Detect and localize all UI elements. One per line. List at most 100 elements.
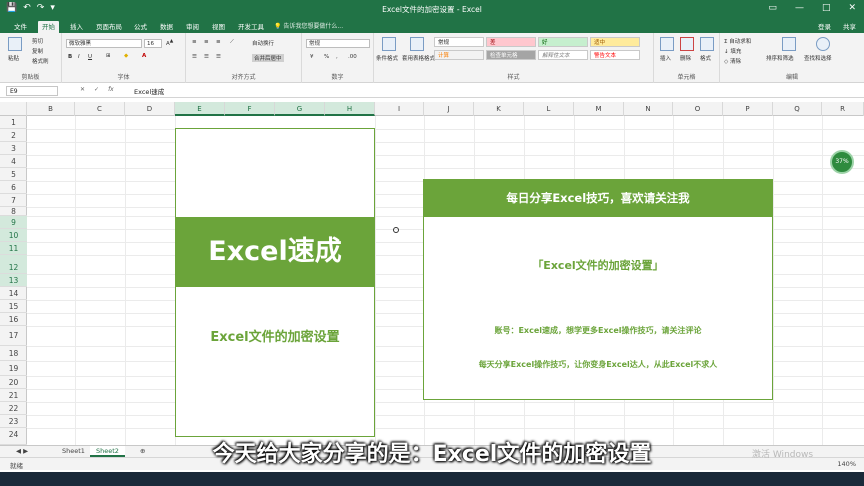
style-neutral[interactable]: 适中	[590, 37, 640, 47]
row-header[interactable]: 23	[0, 415, 27, 428]
style-normal[interactable]: 常规	[434, 37, 484, 47]
tab-insert[interactable]: 插入	[66, 21, 87, 33]
style-warning[interactable]: 警告文本	[590, 50, 640, 60]
style-calculation[interactable]: 计算	[434, 50, 484, 60]
percent-button[interactable]: %	[324, 54, 329, 60]
column-header[interactable]: L	[524, 102, 574, 116]
column-header[interactable]: K	[474, 102, 524, 116]
column-header[interactable]: C	[75, 102, 125, 116]
tell-me-search[interactable]: 💡 告诉我您想要做什么...	[274, 21, 343, 30]
find-select-icon[interactable]	[816, 37, 830, 51]
select-all-corner[interactable]	[0, 102, 27, 116]
share-button[interactable]: 共享	[843, 21, 856, 31]
currency-icon[interactable]: ¥	[310, 54, 314, 60]
column-header[interactable]: B	[27, 102, 75, 116]
bold-button[interactable]: B	[68, 54, 72, 60]
insert-cells-button[interactable]: 插入	[660, 54, 671, 62]
orientation-icon[interactable]: ⟋	[230, 39, 234, 46]
row-header[interactable]: 8	[0, 207, 27, 216]
fill-color-icon[interactable]: ◆	[124, 53, 128, 59]
row-header[interactable]: 15	[0, 300, 27, 313]
align-bottom-icon[interactable]: ≡	[216, 39, 221, 45]
paste-button[interactable]: 粘贴	[8, 54, 19, 62]
column-header[interactable]: I	[375, 102, 424, 116]
column-header[interactable]: Q	[773, 102, 822, 116]
row-header[interactable]: 6	[0, 181, 27, 194]
borders-icon[interactable]: ⊞	[106, 53, 111, 59]
autosum-button[interactable]: Σ 自动求和	[724, 37, 751, 45]
row-header[interactable]: 22	[0, 402, 27, 415]
style-check-cell[interactable]: 检查单元格	[486, 50, 536, 60]
row-header[interactable]: 21	[0, 389, 27, 402]
row-header[interactable]: 5	[0, 168, 27, 181]
font-name-combo[interactable]: 微软雅黑	[66, 39, 142, 48]
tab-developer[interactable]: 开发工具	[234, 21, 268, 33]
style-explanatory[interactable]: 解释性文本	[538, 50, 588, 60]
row-header[interactable]: 19	[0, 361, 27, 376]
find-select-button[interactable]: 查找和选择	[804, 54, 832, 62]
sign-in-link[interactable]: 登录	[818, 21, 831, 31]
paste-icon[interactable]	[8, 37, 22, 51]
grow-font-icon[interactable]: A▲	[166, 39, 173, 47]
column-header[interactable]: R	[822, 102, 864, 116]
info-card-account-line[interactable]: 账号：Excel速成，想学更多Excel操作技巧，请关注评论	[424, 325, 772, 336]
format-as-table-button[interactable]: 套用表格格式	[402, 54, 435, 62]
selected-cell-title[interactable]: Excel速成	[176, 217, 374, 287]
column-header[interactable]: J	[424, 102, 474, 116]
insert-cells-icon[interactable]	[660, 37, 674, 51]
delete-cells-icon[interactable]	[680, 37, 694, 51]
copy-button[interactable]: 复制	[32, 47, 43, 55]
enter-entry-icon[interactable]: ✓	[94, 86, 99, 93]
tab-home[interactable]: 开始	[38, 21, 59, 33]
column-header[interactable]: F	[225, 102, 275, 116]
conditional-format-button[interactable]: 条件格式	[376, 54, 398, 62]
merge-center-button[interactable]: 合并后居中	[252, 54, 284, 62]
wrap-text-button[interactable]: 自动换行	[252, 39, 274, 47]
info-card-header[interactable]: 每日分享Excel技巧，喜欢请关注我	[424, 180, 772, 217]
number-format-combo[interactable]: 常规	[306, 39, 370, 48]
align-middle-icon[interactable]: ≡	[204, 39, 209, 45]
close-button[interactable]: ✕	[848, 3, 856, 13]
name-box[interactable]: E9	[6, 86, 58, 96]
row-header[interactable]: 11	[0, 242, 27, 255]
row-header[interactable]: 18	[0, 346, 27, 361]
font-size-combo[interactable]: 16	[144, 39, 162, 48]
column-header[interactable]: P	[723, 102, 773, 116]
cover-subtitle[interactable]: Excel文件的加密设置	[176, 326, 374, 345]
row-header[interactable]: 4	[0, 155, 27, 168]
column-header[interactable]: E	[175, 102, 225, 116]
comma-button[interactable]: ,	[336, 54, 338, 60]
format-cells-button[interactable]: 格式	[700, 54, 711, 62]
format-cells-icon[interactable]	[700, 37, 714, 51]
align-center-icon[interactable]: ☰	[204, 54, 209, 60]
column-header[interactable]: M	[574, 102, 624, 116]
row-header[interactable]: 9	[0, 216, 27, 229]
align-right-icon[interactable]: ☰	[216, 54, 221, 60]
delete-cells-button[interactable]: 删除	[680, 54, 691, 62]
insert-function-icon[interactable]: fx	[108, 86, 114, 93]
conditional-format-icon[interactable]	[382, 37, 396, 51]
maximize-button[interactable]: □	[822, 3, 831, 13]
row-header[interactable]: 7	[0, 194, 27, 207]
info-card-daily-line[interactable]: 每天分享Excel操作技巧，让你变身Excel达人，从此Excel不求人	[424, 359, 772, 370]
row-header[interactable]: 16	[0, 313, 27, 326]
tab-view[interactable]: 视图	[208, 21, 229, 33]
row-header[interactable]: 3	[0, 142, 27, 155]
sort-filter-button[interactable]: 排序和筛选	[766, 54, 794, 62]
row-header[interactable]: 20	[0, 376, 27, 389]
underline-button[interactable]: U	[88, 54, 92, 60]
tab-data[interactable]: 数据	[156, 21, 177, 33]
font-color-icon[interactable]: A	[142, 53, 146, 59]
tab-review[interactable]: 审阅	[182, 21, 203, 33]
minimize-button[interactable]: —	[795, 3, 804, 13]
column-header[interactable]: N	[624, 102, 673, 116]
tab-page-layout[interactable]: 页面布局	[92, 21, 126, 33]
clear-button[interactable]: ◇ 清除	[724, 57, 741, 65]
sort-filter-icon[interactable]	[782, 37, 796, 51]
row-header[interactable]: 13	[0, 274, 27, 287]
info-card-topic[interactable]: 「Excel文件的加密设置」	[424, 257, 772, 273]
italic-button[interactable]: I	[78, 54, 80, 60]
column-header[interactable]: D	[125, 102, 175, 116]
format-painter-button[interactable]: 格式刷	[32, 57, 49, 65]
tab-formulas[interactable]: 公式	[130, 21, 151, 33]
